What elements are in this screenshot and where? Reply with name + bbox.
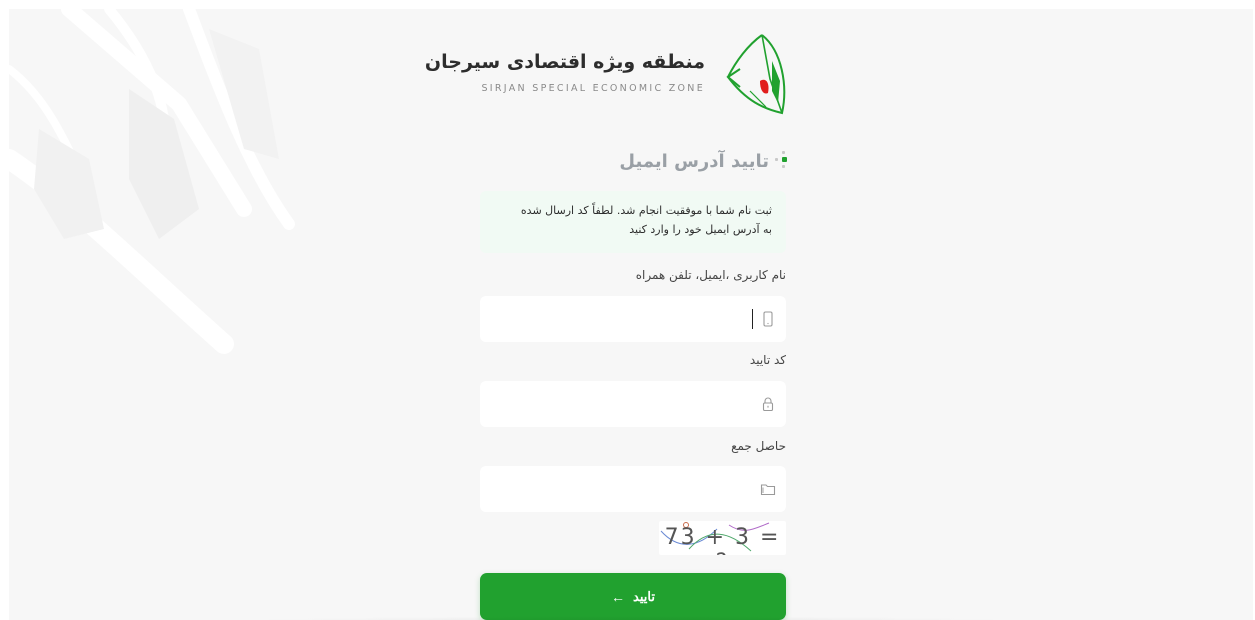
submit-button[interactable]: تایید ← — [480, 573, 786, 620]
page-title: تایید آدرس ایمیل — [619, 150, 769, 172]
username-label: نام کاربری ،ایمیل، تلفن همراه — [635, 268, 786, 282]
verification-code-input[interactable] — [492, 381, 754, 429]
text-cursor — [752, 309, 753, 329]
lock-icon — [762, 397, 774, 412]
captcha-sum-input[interactable] — [492, 466, 754, 514]
captcha-sum-field[interactable] — [480, 466, 786, 514]
info-message-line-2: به آدرس ایمیل خود را وارد کنید — [629, 223, 772, 236]
captcha-sum-label: حاصل جمع — [731, 439, 786, 453]
folder-icon — [760, 484, 776, 496]
captcha-expression: 73 + 3 = ? — [664, 525, 781, 555]
username-input[interactable] — [492, 296, 754, 344]
verification-code-label: کد تایید — [749, 353, 786, 367]
arrow-left-icon: ← — [611, 588, 626, 605]
brand-name-en: SIRJAN SPECIAL ECONOMIC ZONE — [481, 83, 705, 94]
title-dots-icon — [775, 151, 787, 171]
brand-name-fa: منطقه ویژه اقتصادی سیرجان — [424, 51, 705, 73]
page-background: منطقه ویژه اقتصادی سیرجان SIRJAN SPECIAL… — [9, 9, 1253, 620]
info-message: ثبت نام شما با موفقیت انجام شد. لطفاً کد… — [480, 191, 786, 253]
card-shadow — [199, 616, 1063, 620]
submit-button-label: تایید — [633, 588, 655, 604]
captcha-image: 73 + 3 = ? — [659, 521, 786, 555]
background-map-illustration — [9, 9, 295, 354]
verification-code-field[interactable] — [480, 381, 786, 429]
info-message-line-1: ثبت نام شما با موفقیت انجام شد. لطفاً کد… — [520, 204, 772, 217]
brand-logo-icon — [726, 34, 786, 115]
mobile-phone-icon — [763, 311, 773, 327]
username-field[interactable] — [480, 296, 786, 344]
page-title-row: تایید آدرس ایمیل — [529, 145, 787, 177]
